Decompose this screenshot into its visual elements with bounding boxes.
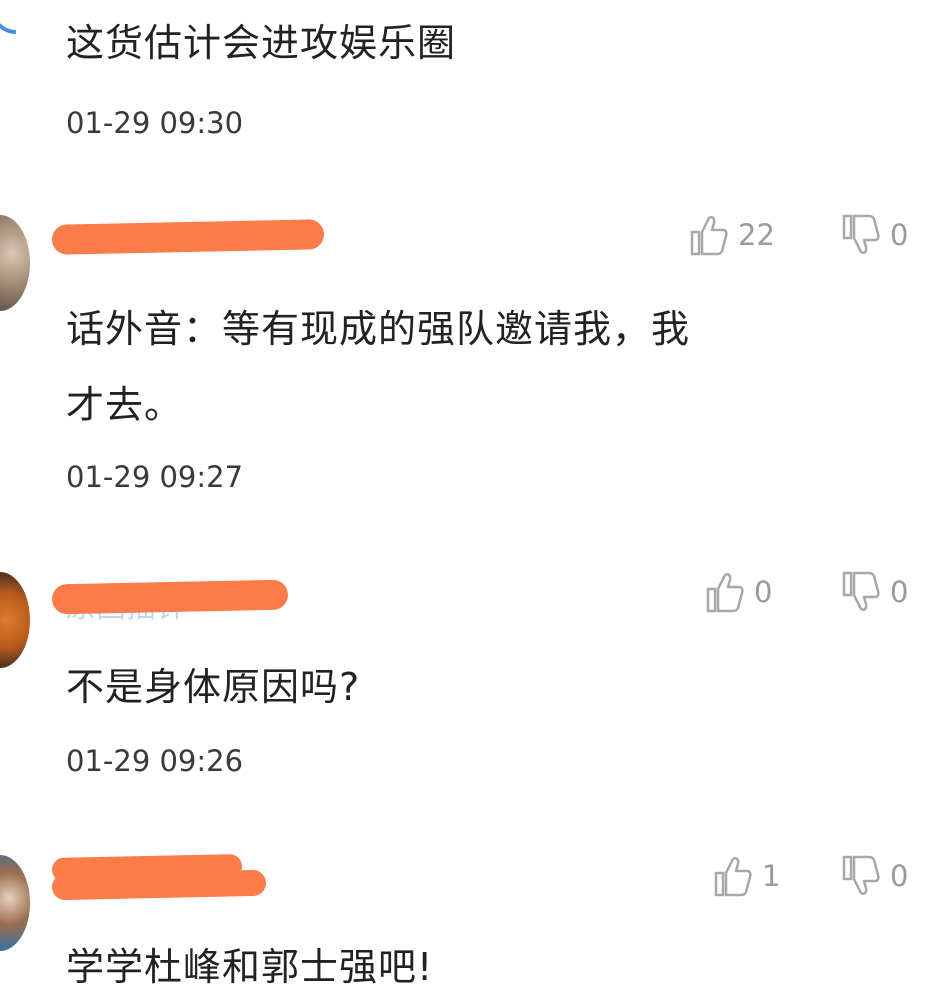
avatar[interactable]: [0, 572, 30, 668]
comment-time: 01-29 09:27: [66, 460, 244, 494]
dislike-button[interactable]: 0: [842, 571, 908, 613]
thumbs-down-icon: [842, 855, 880, 896]
like-button[interactable]: 1: [714, 855, 780, 897]
thumbs-up-icon: [714, 856, 752, 897]
dislike-count: 0: [890, 218, 909, 252]
dislike-button[interactable]: 0: [842, 855, 908, 897]
thumbs-up-icon: [706, 572, 744, 613]
like-button[interactable]: 22: [690, 214, 775, 256]
dislike-count: 0: [890, 859, 909, 893]
like-count: 0: [754, 575, 773, 609]
comment-text: 学学杜峰和郭士强吧!: [66, 945, 434, 989]
thumbs-down-icon: [842, 214, 880, 255]
redacted-username[interactable]: [51, 869, 267, 901]
comment-text: 不是身体原因吗?: [66, 665, 361, 709]
thumbs-up-icon: [690, 215, 728, 256]
redacted-username[interactable]: [51, 579, 289, 615]
comment-time: 01-29 09:26: [66, 744, 244, 778]
like-count: 1: [762, 859, 781, 893]
like-count: 22: [738, 218, 775, 252]
comment-text-line: 话外音：等有现成的强队邀请我，我: [66, 307, 691, 351]
avatar[interactable]: [0, 215, 30, 311]
verified-badge-icon: [0, 0, 53, 45]
comment-text: 这货估计会进攻娱乐圈: [66, 21, 457, 65]
like-button[interactable]: 0: [706, 571, 772, 613]
dislike-count: 0: [890, 575, 909, 609]
thumbs-down-icon: [842, 571, 880, 612]
comment-text-line: 才去。: [66, 383, 184, 427]
dislike-button[interactable]: 0: [842, 214, 908, 256]
redacted-username[interactable]: [51, 219, 325, 255]
avatar[interactable]: [0, 855, 30, 951]
comment-time: 01-29 09:30: [66, 106, 244, 140]
